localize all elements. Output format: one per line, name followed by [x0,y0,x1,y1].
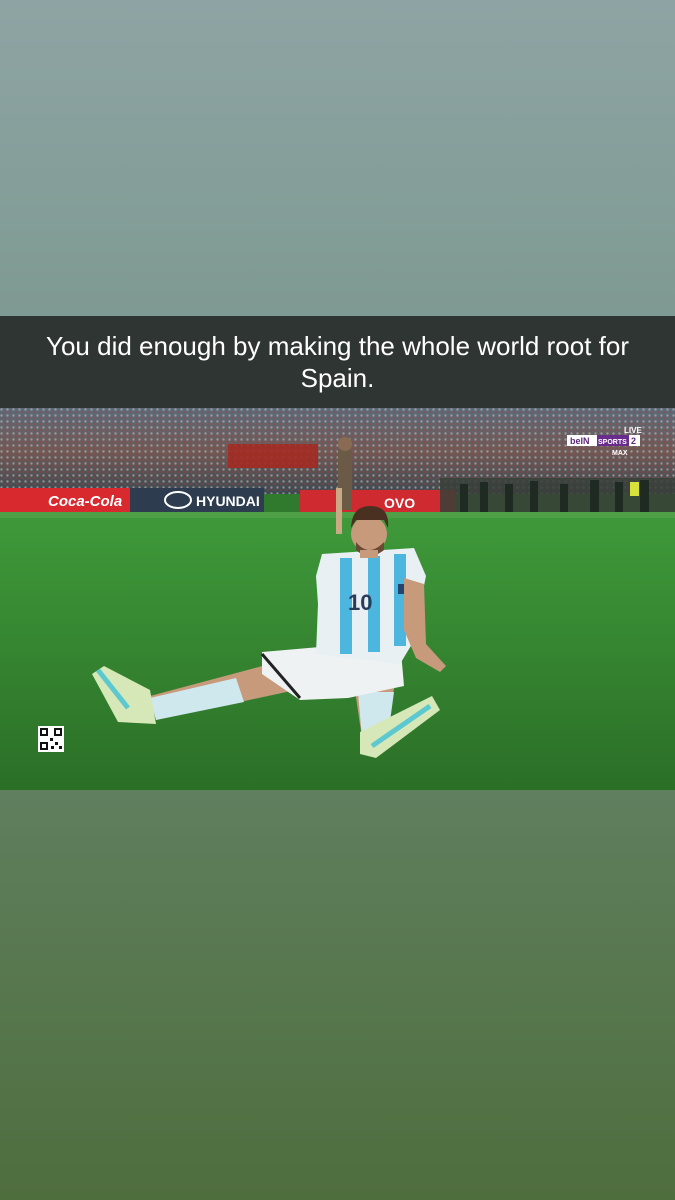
story-viewer: You did enough by making the whole world… [0,0,675,1200]
live-label: LIVE [624,426,642,435]
broadcast-tier: MAX [612,450,628,457]
jersey-number: 10 [348,590,372,615]
broadcast-brand: beIN [570,436,590,446]
caption-text: You did enough by making the whole world… [46,331,629,393]
story-photo: Coca-Cola HYUNDAI OVO LIVE beIN SPORTS 2… [0,408,675,790]
sponsor-center-text: HYUNDAI [196,493,260,509]
sponsor-right-text: OVO [384,495,415,511]
broadcast-channel: SPORTS [598,439,627,446]
qr-code-icon [38,726,64,752]
sponsor-left-text: Coca-Cola [48,493,122,510]
caption-banner: You did enough by making the whole world… [0,316,675,408]
broadcast-number: 2 [631,436,636,446]
